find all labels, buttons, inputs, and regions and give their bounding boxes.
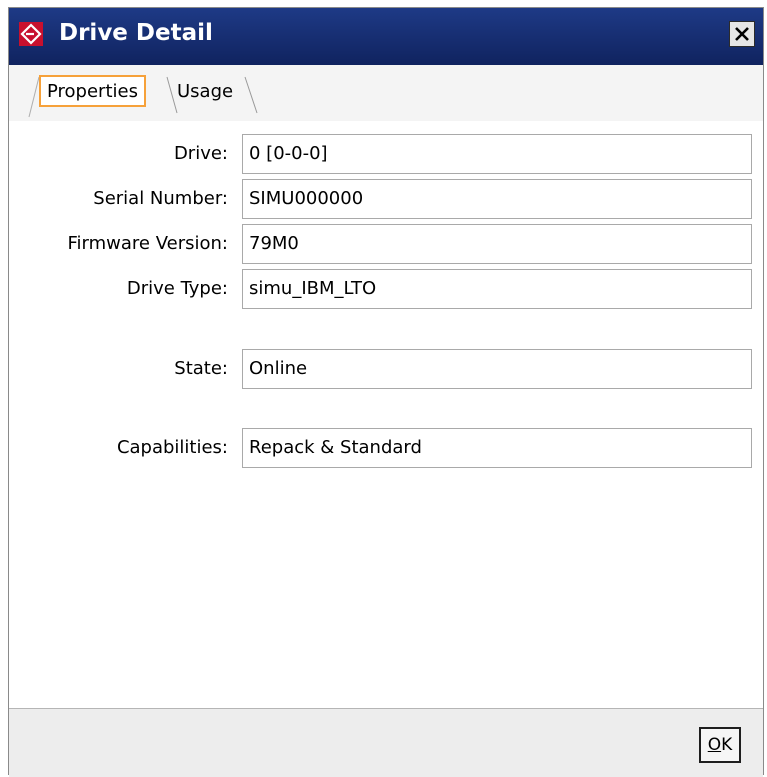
field-row-serial-number: Serial Number: SIMU000000 xyxy=(9,179,763,219)
capabilities-label: Capabilities: xyxy=(116,437,228,458)
window-title: Drive Detail xyxy=(59,20,213,46)
serial-number-field[interactable]: SIMU000000 xyxy=(242,179,752,219)
ok-button[interactable]: OK xyxy=(699,727,741,763)
properties-panel: Drive: 0 [0-0-0] Serial Number: SIMU0000… xyxy=(9,121,763,708)
drive-type-field[interactable]: simu_IBM_LTO xyxy=(242,269,752,309)
title-bar[interactable]: Drive Detail xyxy=(9,8,763,65)
ok-label-rest: K xyxy=(721,735,733,755)
tab-strip: Properties Usage xyxy=(9,65,763,122)
app-logo-icon xyxy=(19,22,43,46)
field-row-drive: Drive: 0 [0-0-0] xyxy=(9,134,763,174)
state-label: State: xyxy=(174,358,228,379)
field-row-state: State: Online xyxy=(9,349,763,389)
drive-type-label: Drive Type: xyxy=(126,278,228,299)
tab-properties[interactable]: Properties xyxy=(39,75,146,107)
close-button[interactable] xyxy=(729,21,755,47)
dialog-footer: OK xyxy=(9,708,763,777)
close-icon xyxy=(735,27,749,41)
drive-field[interactable]: 0 [0-0-0] xyxy=(242,134,752,174)
firmware-version-field[interactable]: 79M0 xyxy=(242,224,752,264)
field-row-firmware-version: Firmware Version: 79M0 xyxy=(9,224,763,264)
field-row-drive-type: Drive Type: simu_IBM_LTO xyxy=(9,269,763,309)
drive-detail-window: Drive Detail Properties Usage Drive: 0 [… xyxy=(8,7,764,777)
firmware-version-label: Firmware Version: xyxy=(67,233,228,254)
tab-usage[interactable]: Usage xyxy=(177,76,233,108)
state-field[interactable]: Online xyxy=(242,349,752,389)
field-row-capabilities: Capabilities: Repack & Standard xyxy=(9,428,763,468)
ok-mnemonic: O xyxy=(707,735,722,755)
drive-label: Drive: xyxy=(173,143,228,164)
serial-number-label: Serial Number: xyxy=(93,188,228,209)
capabilities-field[interactable]: Repack & Standard xyxy=(242,428,752,468)
